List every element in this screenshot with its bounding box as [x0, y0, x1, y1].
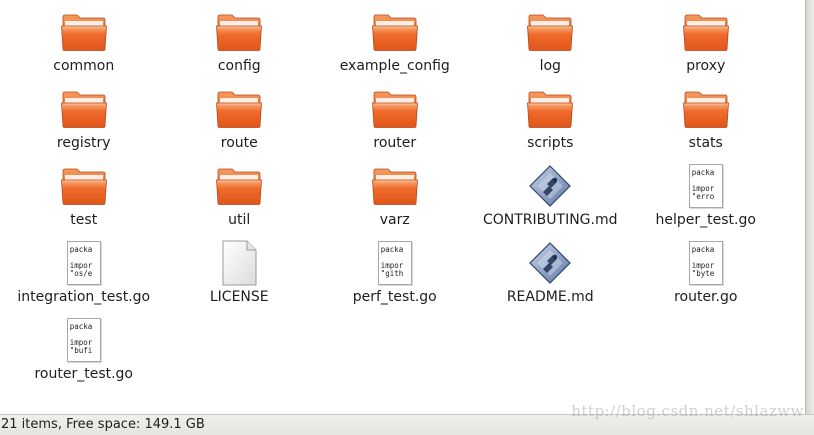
- file-item[interactable]: common: [6, 8, 162, 85]
- folder-icon: [369, 162, 421, 210]
- file-item[interactable]: README.md: [473, 239, 629, 316]
- text-file-icon: packa impor "os/e: [58, 239, 110, 287]
- file-item[interactable]: test: [6, 162, 162, 239]
- file-preview-line: packa: [691, 168, 715, 177]
- file-name-label: common: [53, 58, 115, 74]
- folder-icon: [58, 85, 110, 133]
- text-file-icon: packa impor "erro: [680, 162, 732, 210]
- folder-icon: [524, 8, 576, 56]
- file-preview-line: "byte: [691, 269, 715, 278]
- file-preview-line: "erro: [691, 192, 715, 201]
- file-name-label: CONTRIBUTING.md: [482, 212, 618, 228]
- file-item[interactable]: varz: [317, 162, 473, 239]
- scrollbar-edge[interactable]: [805, 0, 814, 414]
- file-name-label: registry: [56, 135, 111, 151]
- watermark: http://blog.csdn.net/shlazww: [571, 402, 804, 420]
- file-item[interactable]: CONTRIBUTING.md: [473, 162, 629, 239]
- file-preview-line: "os/e: [69, 269, 93, 278]
- file-name-label: test: [70, 212, 98, 228]
- folder-icon: [58, 162, 110, 210]
- icon-grid: common config example_config log proxy regist…: [6, 8, 784, 393]
- file-name-label: stats: [688, 135, 723, 151]
- file-name-label: example_config: [339, 58, 450, 74]
- file-preview-line: "bufi: [69, 346, 93, 355]
- file-item[interactable]: example_config: [317, 8, 473, 85]
- file-preview-line: "gith: [380, 269, 404, 278]
- file-name-label: LICENSE: [209, 289, 269, 305]
- file-name-label: router.go: [674, 289, 738, 305]
- folder-icon: [680, 8, 732, 56]
- file-item[interactable]: proxy: [628, 8, 784, 85]
- file-name-label: util: [228, 212, 251, 228]
- file-item[interactable]: packa impor "os/e integration_test.go: [6, 239, 162, 316]
- folder-icon: [524, 85, 576, 133]
- status-text: 21 items, Free space: 149.1 GB: [1, 417, 205, 432]
- file-item[interactable]: scripts: [473, 85, 629, 162]
- markdown-file-icon: [524, 162, 576, 210]
- file-preview-line: packa: [691, 245, 715, 254]
- folder-icon: [213, 162, 265, 210]
- file-name-label: route: [220, 135, 258, 151]
- file-name-label: scripts: [527, 135, 574, 151]
- folder-icon: [680, 85, 732, 133]
- file-item[interactable]: route: [162, 85, 318, 162]
- file-name-label: integration_test.go: [17, 289, 151, 305]
- file-name-label: config: [217, 58, 261, 74]
- folder-icon: [369, 85, 421, 133]
- file-name-label: README.md: [506, 289, 594, 305]
- folder-icon: [213, 8, 265, 56]
- file-name-label: helper_test.go: [655, 212, 756, 228]
- file-item[interactable]: packa impor "byte router.go: [628, 239, 784, 316]
- file-item[interactable]: util: [162, 162, 318, 239]
- file-item[interactable]: packa impor "erro helper_test.go: [628, 162, 784, 239]
- text-file-icon: packa impor "bufi: [58, 316, 110, 364]
- file-name-label: router_test.go: [34, 366, 134, 382]
- file-item[interactable]: config: [162, 8, 318, 85]
- file-item[interactable]: packa impor "bufi router_test.go: [6, 316, 162, 393]
- file-item[interactable]: stats: [628, 85, 784, 162]
- text-file-icon: packa impor "gith: [369, 239, 421, 287]
- file-item[interactable]: log: [473, 8, 629, 85]
- file-item[interactable]: packa impor "gith perf_test.go: [317, 239, 473, 316]
- file-name-label: log: [539, 58, 561, 74]
- file-name-label: router: [373, 135, 417, 151]
- folder-icon: [213, 85, 265, 133]
- file-view[interactable]: common config example_config log proxy regist…: [0, 0, 806, 414]
- file-preview-line: packa: [380, 245, 404, 254]
- file-preview-line: packa: [69, 245, 93, 254]
- document-icon: [213, 239, 265, 287]
- file-name-label: proxy: [686, 58, 726, 74]
- text-file-icon: packa impor "byte: [680, 239, 732, 287]
- file-item[interactable]: router: [317, 85, 473, 162]
- folder-icon: [369, 8, 421, 56]
- file-item[interactable]: registry: [6, 85, 162, 162]
- markdown-file-icon: [524, 239, 576, 287]
- file-preview-line: packa: [69, 322, 93, 331]
- file-name-label: varz: [379, 212, 410, 228]
- file-item[interactable]: LICENSE: [162, 239, 318, 316]
- folder-icon: [58, 8, 110, 56]
- file-name-label: perf_test.go: [352, 289, 437, 305]
